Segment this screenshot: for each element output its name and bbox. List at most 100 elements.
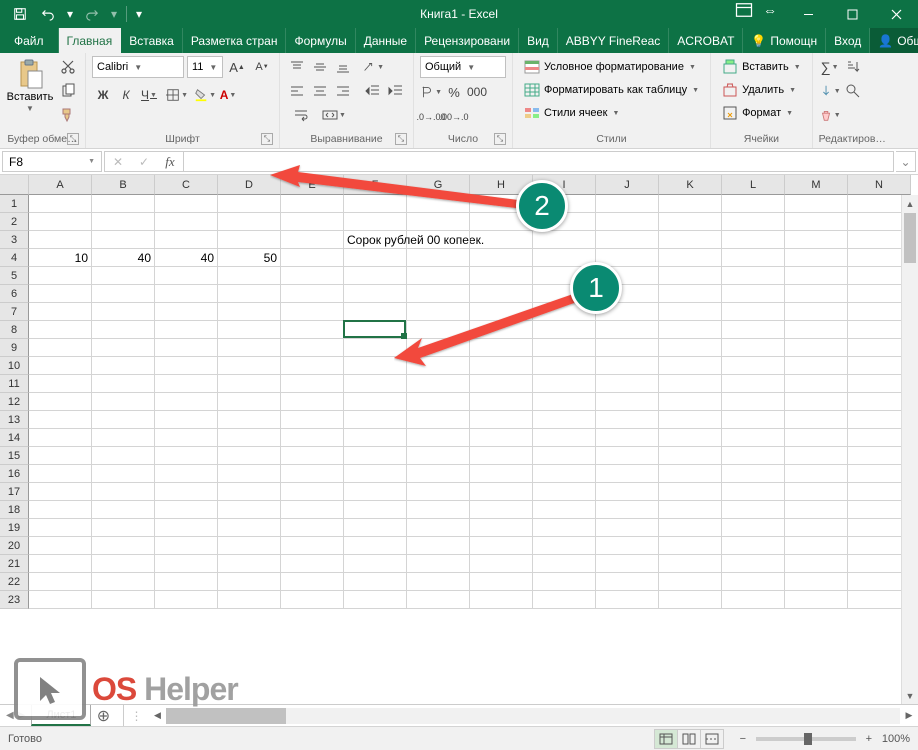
font-size-combo[interactable]: 11▼: [187, 56, 223, 78]
tab-review[interactable]: Рецензировани: [416, 28, 519, 53]
cell-H4[interactable]: [470, 249, 533, 267]
cell-D20[interactable]: [218, 537, 281, 555]
row-header-22[interactable]: 22: [0, 573, 29, 591]
cell-I16[interactable]: [533, 465, 596, 483]
cell-B2[interactable]: [92, 213, 155, 231]
cell-A20[interactable]: [29, 537, 92, 555]
cell-L8[interactable]: [722, 321, 785, 339]
format-cells-button[interactable]: Формат▼: [717, 102, 798, 124]
clipboard-launcher-icon[interactable]: ⤡: [67, 133, 79, 145]
cell-G18[interactable]: [407, 501, 470, 519]
cell-B16[interactable]: [92, 465, 155, 483]
comma-icon[interactable]: 000: [466, 81, 488, 103]
cell-F20[interactable]: [344, 537, 407, 555]
share-button[interactable]: 👤Общий доступ: [870, 28, 918, 53]
underline-button[interactable]: Ч▼: [138, 84, 160, 106]
cell-M18[interactable]: [785, 501, 848, 519]
cell-I18[interactable]: [533, 501, 596, 519]
cell-B1[interactable]: [92, 195, 155, 213]
row-header-3[interactable]: 3: [0, 231, 29, 249]
cell-I11[interactable]: [533, 375, 596, 393]
maximize-button[interactable]: [830, 0, 874, 28]
cell-D18[interactable]: [218, 501, 281, 519]
enter-formula-icon[interactable]: ✓: [131, 152, 157, 171]
cell-F11[interactable]: [344, 375, 407, 393]
cell-A21[interactable]: [29, 555, 92, 573]
shrink-font-icon[interactable]: A▼: [251, 56, 273, 78]
cell-E22[interactable]: [281, 573, 344, 591]
cell-B21[interactable]: [92, 555, 155, 573]
scroll-down-icon[interactable]: ▼: [902, 687, 918, 704]
cell-L19[interactable]: [722, 519, 785, 537]
cell-G15[interactable]: [407, 447, 470, 465]
italic-button[interactable]: К: [115, 84, 137, 106]
cell-A16[interactable]: [29, 465, 92, 483]
tab-page-layout[interactable]: Разметка стран: [183, 28, 287, 53]
cell-A22[interactable]: [29, 573, 92, 591]
cell-B18[interactable]: [92, 501, 155, 519]
align-top-icon[interactable]: [286, 56, 308, 78]
decrease-indent-icon[interactable]: [362, 80, 384, 102]
cell-C21[interactable]: [155, 555, 218, 573]
cell-I21[interactable]: [533, 555, 596, 573]
hscroll-right-icon[interactable]: ▶: [900, 710, 918, 721]
cell-J17[interactable]: [596, 483, 659, 501]
cell-J21[interactable]: [596, 555, 659, 573]
cell-A23[interactable]: [29, 591, 92, 609]
cell-E10[interactable]: [281, 357, 344, 375]
cell-E4[interactable]: [281, 249, 344, 267]
page-layout-view-icon[interactable]: [677, 729, 701, 749]
redo-dropdown-icon[interactable]: ▾: [108, 2, 120, 26]
vscroll-thumb[interactable]: [904, 213, 916, 263]
save-icon[interactable]: [8, 2, 32, 26]
cell-K5[interactable]: [659, 267, 722, 285]
cell-D22[interactable]: [218, 573, 281, 591]
cell-K15[interactable]: [659, 447, 722, 465]
cell-H22[interactable]: [470, 573, 533, 591]
cell-B14[interactable]: [92, 429, 155, 447]
scroll-up-icon[interactable]: ▲: [902, 195, 918, 212]
cell-A11[interactable]: [29, 375, 92, 393]
cell-E14[interactable]: [281, 429, 344, 447]
cell-A5[interactable]: [29, 267, 92, 285]
zoom-slider[interactable]: [756, 737, 856, 741]
cell-L15[interactable]: [722, 447, 785, 465]
row-header-19[interactable]: 19: [0, 519, 29, 537]
cell-B22[interactable]: [92, 573, 155, 591]
cell-L11[interactable]: [722, 375, 785, 393]
row-header-12[interactable]: 12: [0, 393, 29, 411]
cell-L6[interactable]: [722, 285, 785, 303]
undo-icon[interactable]: [36, 2, 60, 26]
col-header-K[interactable]: K: [659, 175, 722, 195]
cell-M10[interactable]: [785, 357, 848, 375]
cell-I14[interactable]: [533, 429, 596, 447]
close-button[interactable]: [874, 0, 918, 28]
cell-B6[interactable]: [92, 285, 155, 303]
cell-B7[interactable]: [92, 303, 155, 321]
sheet-prev-icon[interactable]: ◀: [6, 710, 14, 721]
cell-F21[interactable]: [344, 555, 407, 573]
cell-D21[interactable]: [218, 555, 281, 573]
cell-L23[interactable]: [722, 591, 785, 609]
cell-C10[interactable]: [155, 357, 218, 375]
row-header-4[interactable]: 4: [0, 249, 29, 267]
cell-K20[interactable]: [659, 537, 722, 555]
cell-M9[interactable]: [785, 339, 848, 357]
bold-button[interactable]: Ж: [92, 84, 114, 106]
cell-L1[interactable]: [722, 195, 785, 213]
number-format-combo[interactable]: Общий▼: [420, 56, 506, 78]
qat-customize-icon[interactable]: ▾: [133, 2, 145, 26]
cell-A18[interactable]: [29, 501, 92, 519]
cell-M17[interactable]: [785, 483, 848, 501]
cell-C7[interactable]: [155, 303, 218, 321]
zoom-out-icon[interactable]: −: [736, 733, 750, 745]
cell-G22[interactable]: [407, 573, 470, 591]
cell-M20[interactable]: [785, 537, 848, 555]
ribbon-display-options-icon[interactable]: [734, 0, 754, 20]
cell-J20[interactable]: [596, 537, 659, 555]
row-header-7[interactable]: 7: [0, 303, 29, 321]
wrap-text-icon[interactable]: [286, 104, 316, 126]
tab-abbyy[interactable]: ABBYY FineReac: [558, 28, 670, 53]
cell-F14[interactable]: [344, 429, 407, 447]
cell-B10[interactable]: [92, 357, 155, 375]
